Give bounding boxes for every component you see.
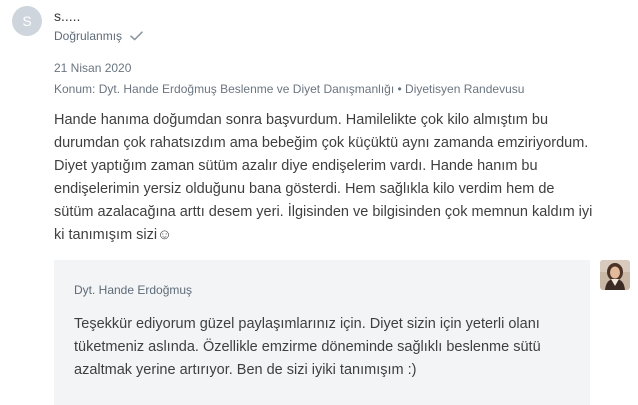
review-text: Hande hanıma doğumdan sonra başvurdum. H… (54, 112, 593, 243)
reply-text: Teşekkür ediyorum güzel paylaşımlarınız … (74, 316, 541, 378)
doctor-avatar (600, 260, 630, 290)
verified-status: Doğrulanmış (54, 29, 143, 43)
review-date: 21 Nisan 2020 (54, 61, 132, 75)
avatar-initial: S (22, 13, 32, 29)
check-icon (130, 31, 143, 41)
reply-author: Dyt. Hande Erdoğmuş (74, 283, 193, 297)
review-location: Konum: Dyt. Hande Erdoğmuş Beslenme ve D… (54, 82, 525, 96)
reviewer-avatar: S (12, 6, 42, 36)
reviewer-name: s..... (54, 8, 81, 24)
doctor-reply: Dyt. Hande Erdoğmuş Teşekkür ediyorum gü… (54, 260, 590, 405)
verified-label: Doğrulanmış (54, 29, 123, 43)
